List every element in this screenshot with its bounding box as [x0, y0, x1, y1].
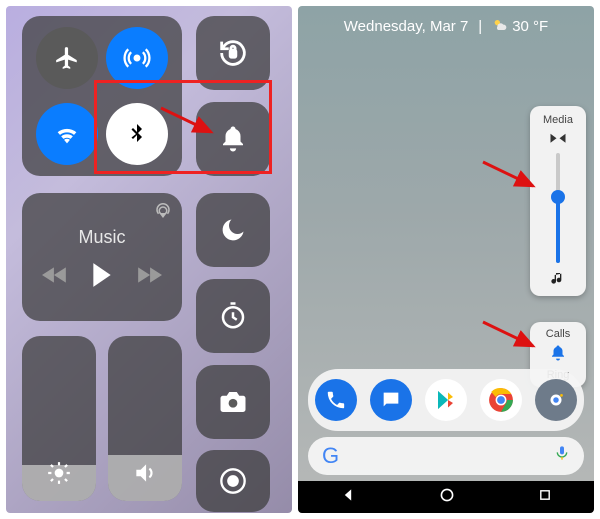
ring-mode-toggle[interactable] [549, 344, 567, 365]
timer-button[interactable] [196, 279, 270, 353]
status-row: Wednesday, Mar 7 | 30 °F [298, 16, 594, 36]
connectivity-group [22, 16, 182, 176]
bell-icon [218, 124, 248, 154]
media-volume-panel: Media [530, 106, 586, 296]
phone-app[interactable] [315, 379, 357, 421]
messages-icon [380, 389, 402, 411]
chrome-icon [488, 387, 514, 413]
speaker-icon [132, 460, 158, 491]
calls-label: Calls [546, 328, 570, 340]
volume-slider[interactable] [108, 336, 182, 501]
airdrop-icon [123, 44, 151, 72]
google-logo: G [322, 443, 339, 469]
music-note-icon [550, 271, 566, 290]
airplane-mode-toggle[interactable] [36, 27, 98, 89]
airplane-icon [54, 45, 80, 71]
date-text: Wednesday, Mar 7 [344, 18, 469, 35]
bell-icon [549, 344, 567, 362]
silent-mode-toggle[interactable] [196, 102, 270, 176]
camera-icon [218, 387, 248, 417]
chrome-app[interactable] [480, 379, 522, 421]
back-icon [340, 487, 356, 503]
moon-icon [219, 216, 247, 244]
google-search-bar[interactable]: G [308, 437, 584, 475]
sun-icon [46, 460, 72, 491]
timer-icon [218, 301, 248, 331]
airdrop-toggle[interactable] [106, 27, 168, 89]
play-button[interactable] [90, 262, 114, 288]
camera-icon [545, 389, 567, 411]
ios-control-center: Music [6, 6, 292, 513]
media-label: Media [543, 114, 573, 126]
play-store-icon [434, 388, 458, 412]
messages-app[interactable] [370, 379, 412, 421]
forward-icon [136, 265, 162, 285]
record-icon [219, 467, 247, 495]
rewind-icon [42, 265, 68, 285]
phone-icon [325, 389, 347, 411]
back-button[interactable] [340, 487, 356, 508]
brightness-slider[interactable] [22, 336, 96, 501]
do-not-disturb-toggle[interactable] [196, 193, 270, 267]
music-widget[interactable]: Music [22, 193, 182, 321]
weather-icon [492, 16, 508, 36]
play-store-app[interactable] [425, 379, 467, 421]
camera-app[interactable] [535, 379, 577, 421]
next-track-button[interactable] [136, 265, 162, 285]
status-divider: | [478, 18, 482, 35]
media-volume-slider[interactable] [556, 153, 560, 263]
recents-button[interactable] [538, 488, 552, 507]
music-title: Music [78, 227, 125, 248]
square-icon [538, 488, 552, 502]
android-homescreen: Wednesday, Mar 7 | 30 °F Media [298, 6, 594, 513]
android-nav-bar [298, 481, 594, 513]
camera-button[interactable] [196, 365, 270, 439]
wifi-toggle[interactable] [36, 103, 98, 165]
cast-icon[interactable] [549, 132, 567, 149]
temperature-text: 30 °F [512, 18, 548, 35]
rotation-lock-toggle[interactable] [196, 16, 270, 90]
rotation-lock-icon [216, 36, 250, 70]
mic-icon[interactable] [554, 443, 570, 469]
circle-icon [439, 487, 455, 503]
wifi-icon [53, 120, 81, 148]
home-button[interactable] [439, 487, 455, 508]
app-dock [308, 369, 584, 431]
prev-track-button[interactable] [42, 265, 68, 285]
play-icon [90, 262, 114, 288]
screen-record-button[interactable] [196, 450, 270, 512]
bluetooth-toggle[interactable] [106, 103, 168, 165]
airplay-icon [154, 201, 172, 219]
bluetooth-icon [125, 122, 149, 146]
